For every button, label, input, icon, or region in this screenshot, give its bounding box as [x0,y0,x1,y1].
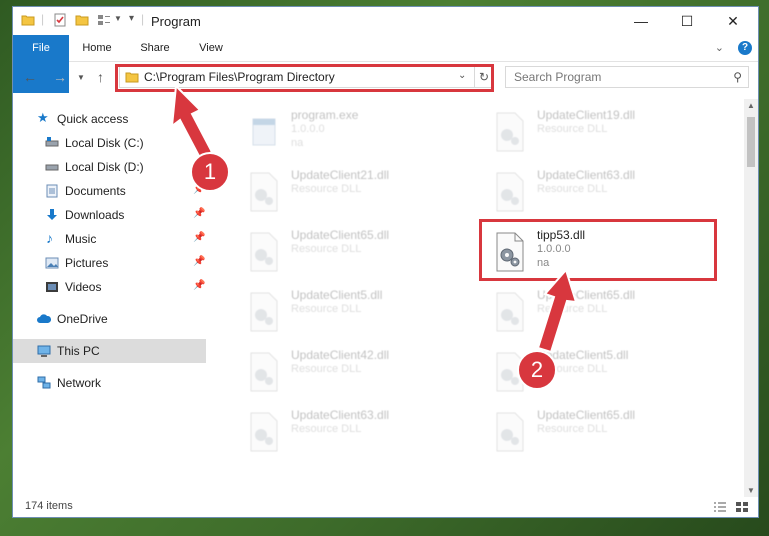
arrow-1 [170,83,214,160]
step-1-badge: 1 [190,152,230,192]
arrow-2 [536,267,578,354]
annotation-arrows [170,83,578,354]
step-2-badge: 2 [517,350,557,390]
